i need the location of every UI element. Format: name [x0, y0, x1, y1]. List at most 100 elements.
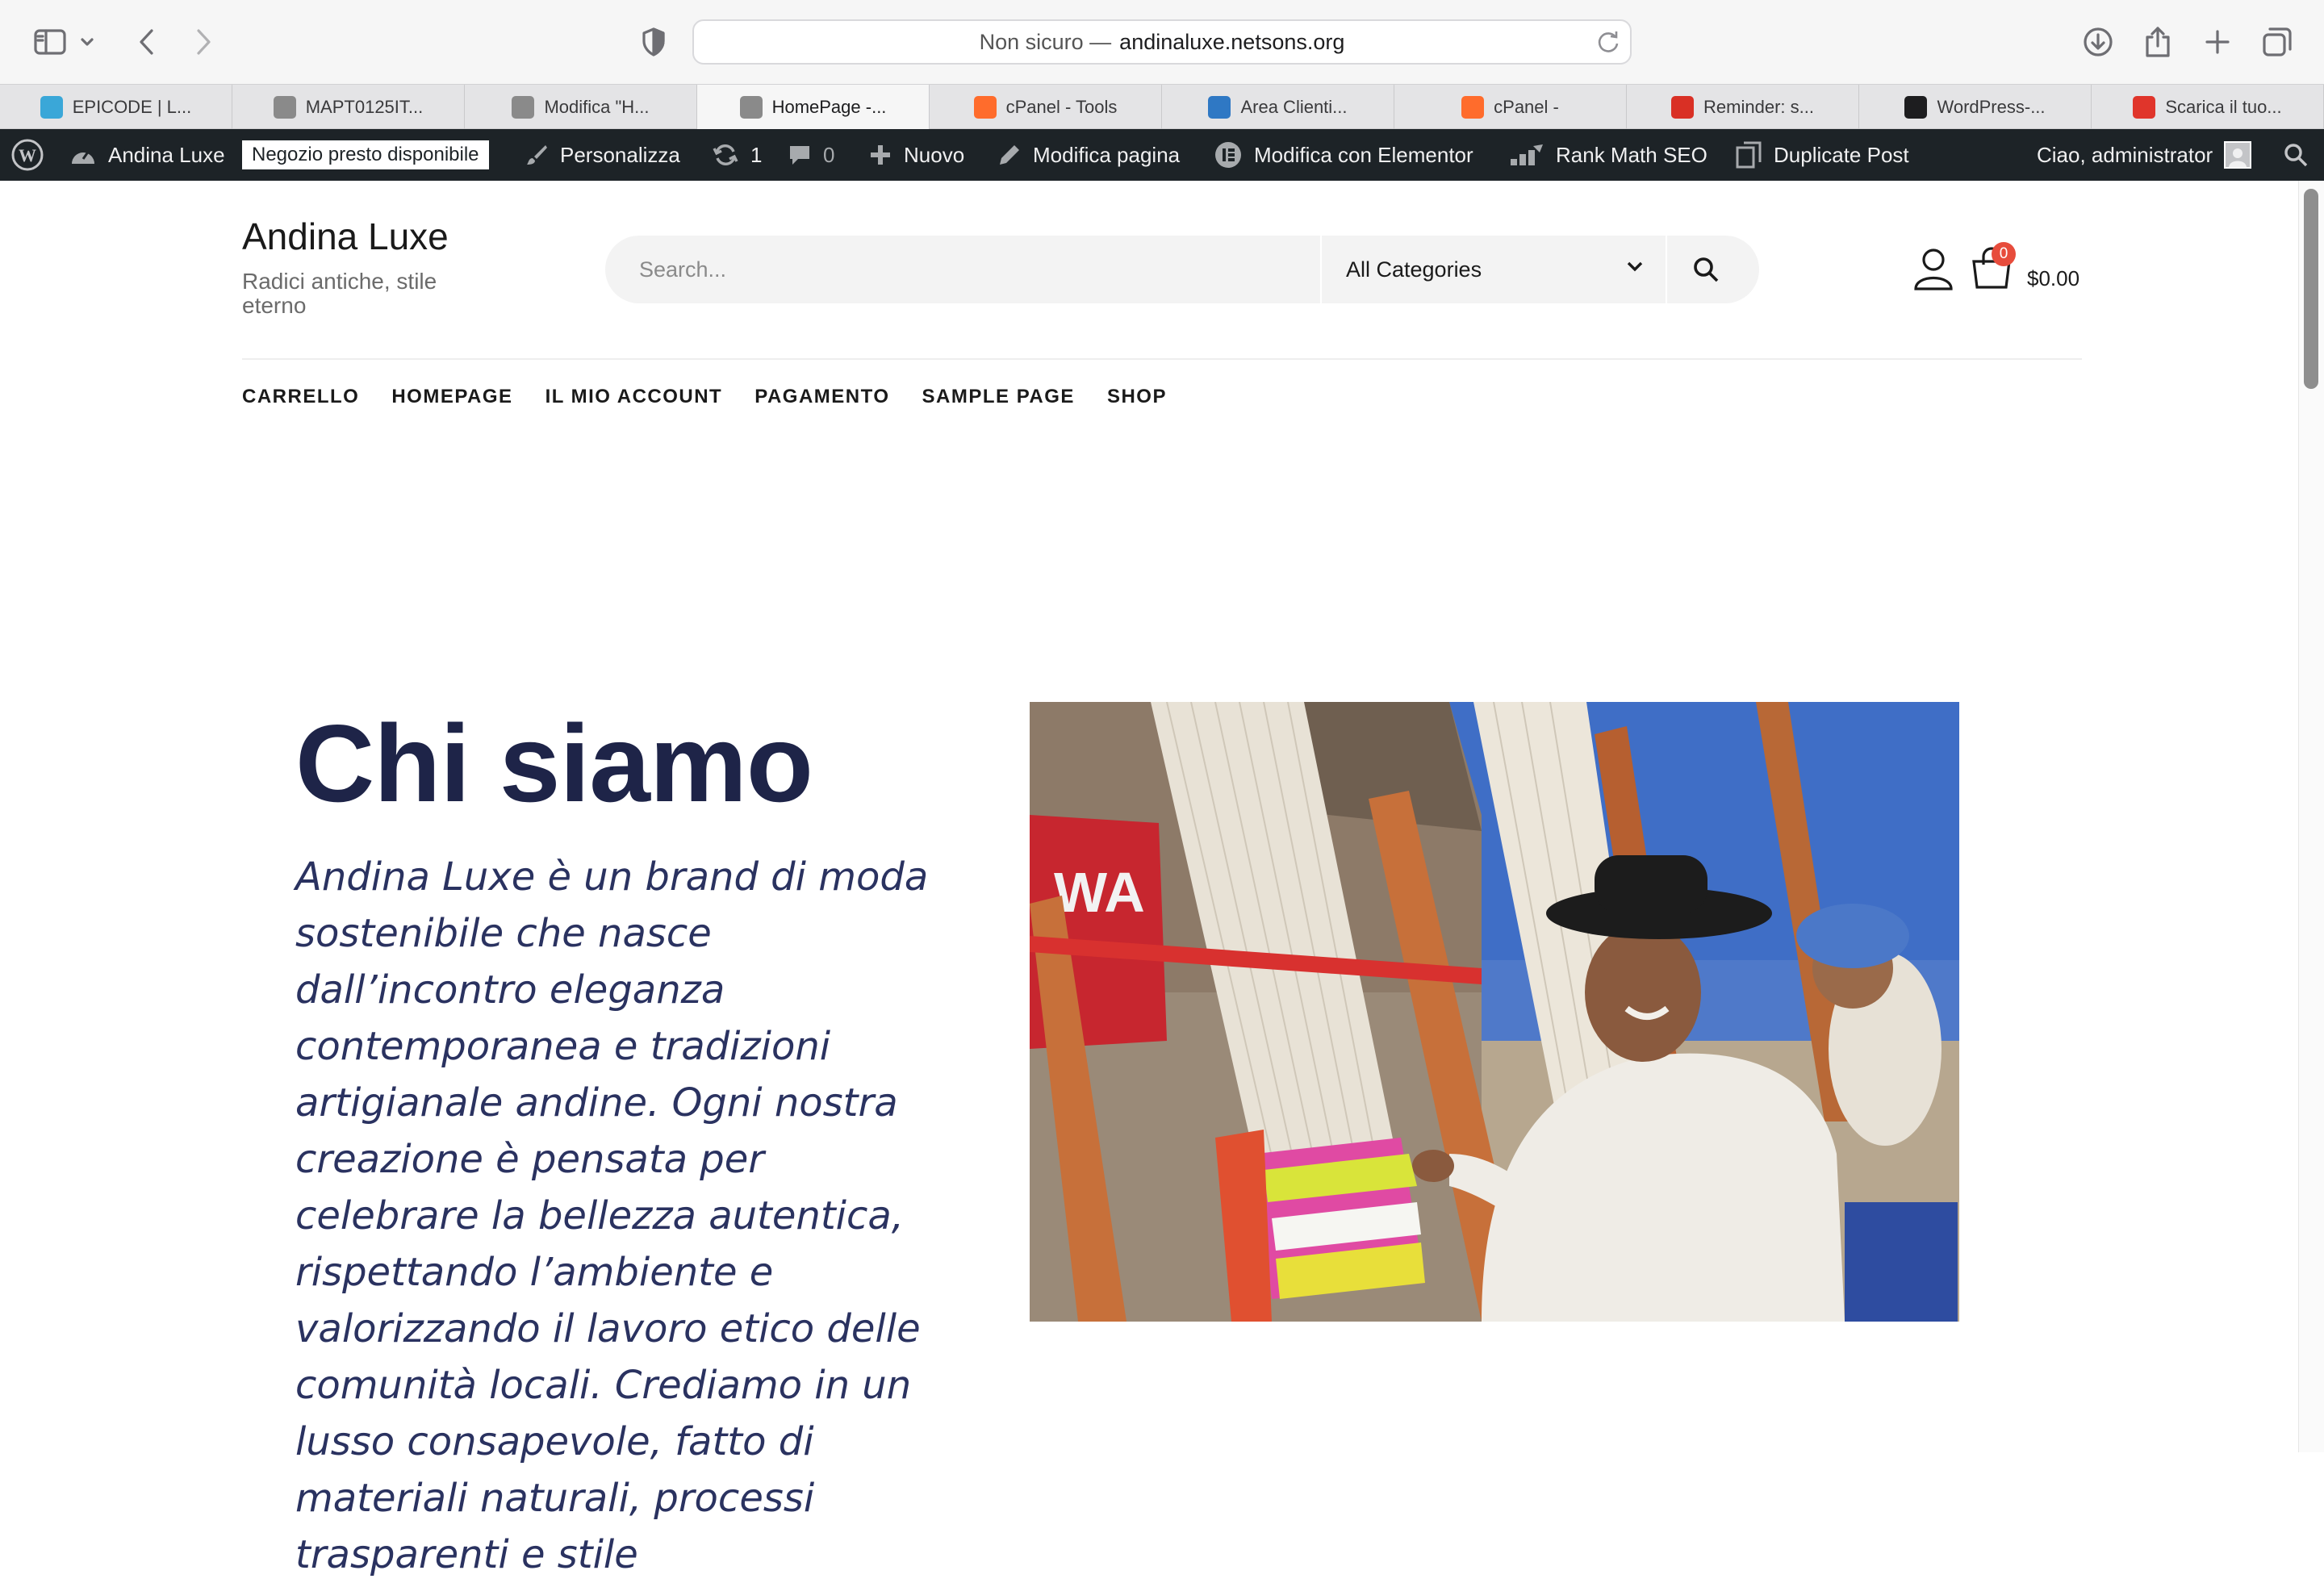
tab-label: HomePage -...: [771, 97, 887, 117]
comments-count: 0: [823, 142, 835, 167]
browser-toolbar: Non sicuro — andinaluxe.netsons.org: [0, 0, 2324, 84]
new-tab-icon[interactable]: [2198, 24, 2237, 60]
tab-1[interactable]: EPICODE | L...: [0, 85, 232, 130]
site-title[interactable]: Andina Luxe: [242, 215, 449, 258]
tab-6[interactable]: Area Clienti...: [1162, 85, 1394, 130]
rank-math-icon: [1511, 144, 1543, 165]
customize-label: Personalizza: [560, 142, 680, 167]
github-favicon-icon: [1904, 96, 1928, 119]
tab-10[interactable]: Scarica il tuo...: [2092, 85, 2324, 130]
svg-text:WA: WA: [1054, 861, 1145, 924]
search-button[interactable]: [1687, 250, 1725, 289]
reload-icon[interactable]: [1595, 29, 1622, 56]
scrollbar-thumb[interactable]: [2304, 189, 2318, 389]
search-icon: [1694, 257, 1719, 282]
tab-5[interactable]: cPanel - Tools: [930, 85, 1162, 130]
tab-3[interactable]: Modifica "H...: [465, 85, 697, 130]
user-account-icon[interactable]: [1912, 247, 1954, 290]
forward-button[interactable]: [184, 24, 223, 60]
site-tagline: Radici antiche, stile eterno: [242, 269, 437, 318]
adminbar-customize[interactable]: Personalizza: [525, 129, 680, 181]
tab-overview-icon[interactable]: [2258, 24, 2297, 60]
category-selected: All Categories: [1346, 257, 1482, 282]
security-label: Non sicuro —: [979, 29, 1112, 54]
wordpress-favicon-icon: [512, 96, 535, 119]
cart-count-badge: 0: [1992, 242, 2016, 266]
download-favicon-icon: [2133, 96, 2156, 119]
back-button[interactable]: [127, 24, 166, 60]
adminbar-new[interactable]: Nuovo: [868, 129, 964, 181]
store-notice-label: Negozio presto disponibile: [242, 140, 489, 169]
netsons-favicon-icon: [1208, 96, 1231, 119]
download-icon[interactable]: [2079, 24, 2117, 60]
tab-label: MAPT0125IT...: [305, 97, 424, 117]
rank-math-label: Rank Math SEO: [1556, 142, 1707, 167]
intro-paragraph: Andina Luxe è un brand di moda sostenibi…: [295, 854, 929, 1577]
tab-label: Reminder: s...: [1703, 97, 1814, 117]
chevron-down-icon: [1627, 261, 1643, 272]
tab-label: Scarica il tuo...: [2165, 97, 2282, 117]
duplicate-icon: [1736, 141, 1762, 169]
wordpress-logo-icon[interactable]: W: [11, 129, 44, 181]
updates-icon: [713, 144, 738, 165]
nav-item-il-mio-account[interactable]: IL MIO ACCOUNT: [545, 386, 723, 413]
svg-text:W: W: [19, 145, 36, 165]
new-label: Nuovo: [904, 142, 965, 167]
comment-icon: [790, 146, 809, 165]
wp-admin-bar: W Andina Luxe Negozio presto disponibile…: [0, 129, 2324, 181]
address-bar[interactable]: Non sicuro — andinaluxe.netsons.org: [692, 19, 1632, 65]
hero-photo-weaving: WA: [1030, 702, 1959, 1322]
store-notice-badge[interactable]: Negozio presto disponibile: [242, 129, 489, 181]
tab-label: Modifica "H...: [544, 97, 650, 117]
updates-count: 1: [750, 142, 763, 167]
epicode-favicon-icon: [40, 96, 63, 119]
dashboard-icon: [72, 150, 94, 164]
tab-label: Area Clienti...: [1240, 97, 1348, 117]
adminbar-updates[interactable]: 1: [712, 129, 762, 181]
gmail-favicon-icon: [1671, 96, 1695, 119]
tab-bar: EPICODE | L... MAPT0125IT... Modifica "H..…: [0, 84, 2324, 130]
brush-icon: [527, 145, 547, 165]
sidebar-toggle-icon[interactable]: [31, 24, 69, 60]
category-select[interactable]: All Categories: [1320, 236, 1667, 303]
tab-4[interactable]: HomePage -...: [697, 85, 930, 130]
elementor-icon: [1215, 142, 1241, 168]
cart-total[interactable]: $0.00: [2027, 266, 2079, 291]
avatar: [2224, 141, 2252, 169]
nav-item-carrello[interactable]: CARRELLO: [242, 386, 359, 413]
adminbar-account[interactable]: Ciao, administrator: [2037, 129, 2252, 181]
product-search: All Categories: [605, 236, 1759, 303]
tab-7[interactable]: cPanel -: [1394, 85, 1627, 130]
adminbar-site-name: Andina Luxe: [108, 142, 225, 167]
nav-item-homepage[interactable]: HOMEPAGE: [391, 386, 512, 413]
tab-label: cPanel -: [1494, 97, 1559, 117]
share-icon[interactable]: [2138, 24, 2177, 60]
cpanel-favicon-icon: [973, 96, 997, 119]
cpanel-favicon-icon: [1461, 96, 1485, 119]
adminbar-comments[interactable]: 0: [788, 129, 834, 181]
adminbar-search-icon[interactable]: [2284, 129, 2308, 181]
adminbar-duplicate[interactable]: Duplicate Post: [1735, 129, 1909, 181]
chevron-down-icon[interactable]: [76, 24, 98, 60]
privacy-shield-icon[interactable]: [634, 24, 673, 60]
adminbar-elementor[interactable]: Modifica con Elementor: [1214, 129, 1473, 181]
adminbar-site[interactable]: Andina Luxe: [69, 129, 225, 181]
plus-icon: [871, 145, 890, 165]
greeting-label: Ciao, administrator: [2037, 142, 2213, 167]
nav-item-shop[interactable]: SHOP: [1107, 386, 1167, 413]
tab-2[interactable]: MAPT0125IT...: [232, 85, 465, 130]
page-heading: Chi siamo: [295, 702, 813, 825]
adminbar-rank-math[interactable]: Rank Math SEO: [1509, 129, 1707, 181]
address-host: andinaluxe.netsons.org: [1119, 29, 1345, 54]
search-input[interactable]: [637, 236, 1089, 303]
page-scrollbar[interactable]: [2298, 181, 2324, 1452]
nav-item-sample-page[interactable]: SAMPLE PAGE: [922, 386, 1075, 413]
tab-label: cPanel - Tools: [1005, 97, 1118, 117]
adminbar-edit-page[interactable]: Modifica pagina: [997, 129, 1180, 181]
nav-item-pagamento[interactable]: PAGAMENTO: [754, 386, 889, 413]
header-divider: [242, 358, 2082, 360]
primary-nav: CARRELLO HOMEPAGE IL MIO ACCOUNT PAGAMEN…: [242, 386, 1167, 413]
tab-8[interactable]: Reminder: s...: [1627, 85, 1859, 130]
tab-9[interactable]: WordPress-...: [1859, 85, 2092, 130]
tab-label: WordPress-...: [1937, 97, 2046, 117]
